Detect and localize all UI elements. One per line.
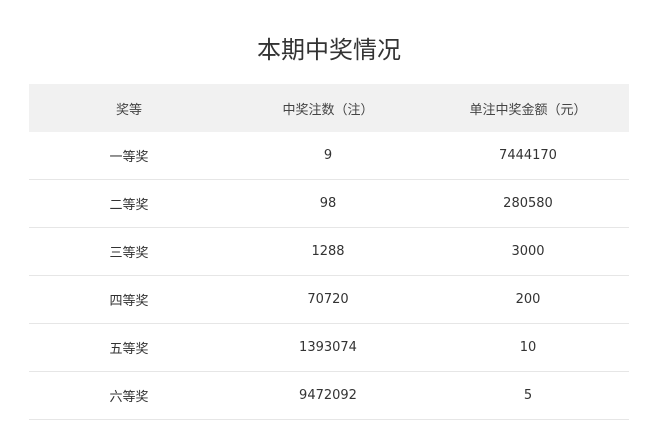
prize-amount-cell: 3000 bbox=[427, 227, 629, 276]
prize-amount-cell: 7444170 bbox=[427, 132, 629, 180]
prize-level-cell: 五等奖 bbox=[29, 323, 229, 372]
prize-amount-cell: 5 bbox=[427, 371, 629, 420]
prize-amount-cell: 10 bbox=[427, 323, 629, 372]
page-title: 本期中奖情况 bbox=[257, 36, 401, 65]
winner-count-cell: 1393074 bbox=[229, 323, 427, 372]
table-row: 六等奖 9472092 5 bbox=[29, 371, 629, 420]
table-row: 二等奖 98 280580 bbox=[29, 179, 629, 228]
prize-amount-cell: 200 bbox=[427, 275, 629, 324]
winner-count-cell: 70720 bbox=[229, 275, 427, 324]
prize-amount-cell: 280580 bbox=[427, 179, 629, 228]
table-header-row: 奖等 中奖注数（注） 单注中奖金额（元） bbox=[29, 84, 629, 132]
table-row: 四等奖 70720 200 bbox=[29, 275, 629, 324]
column-header-prize-amount: 单注中奖金额（元） bbox=[427, 84, 629, 132]
column-header-winner-count: 中奖注数（注） bbox=[229, 84, 427, 132]
prize-table: 奖等 中奖注数（注） 单注中奖金额（元） 一等奖 9 7444170 二等奖 9… bbox=[29, 84, 629, 420]
table-row: 三等奖 1288 3000 bbox=[29, 227, 629, 276]
table-row: 五等奖 1393074 10 bbox=[29, 323, 629, 372]
prize-level-cell: 二等奖 bbox=[29, 179, 229, 228]
table-row: 一等奖 9 7444170 bbox=[29, 132, 629, 180]
winner-count-cell: 9 bbox=[229, 132, 427, 180]
winner-count-cell: 1288 bbox=[229, 227, 427, 276]
winner-count-cell: 98 bbox=[229, 179, 427, 228]
prize-level-cell: 四等奖 bbox=[29, 275, 229, 324]
prize-level-cell: 一等奖 bbox=[29, 132, 229, 180]
prize-level-cell: 三等奖 bbox=[29, 227, 229, 276]
column-header-prize-level: 奖等 bbox=[29, 84, 229, 132]
prize-level-cell: 六等奖 bbox=[29, 371, 229, 420]
winner-count-cell: 9472092 bbox=[229, 371, 427, 420]
